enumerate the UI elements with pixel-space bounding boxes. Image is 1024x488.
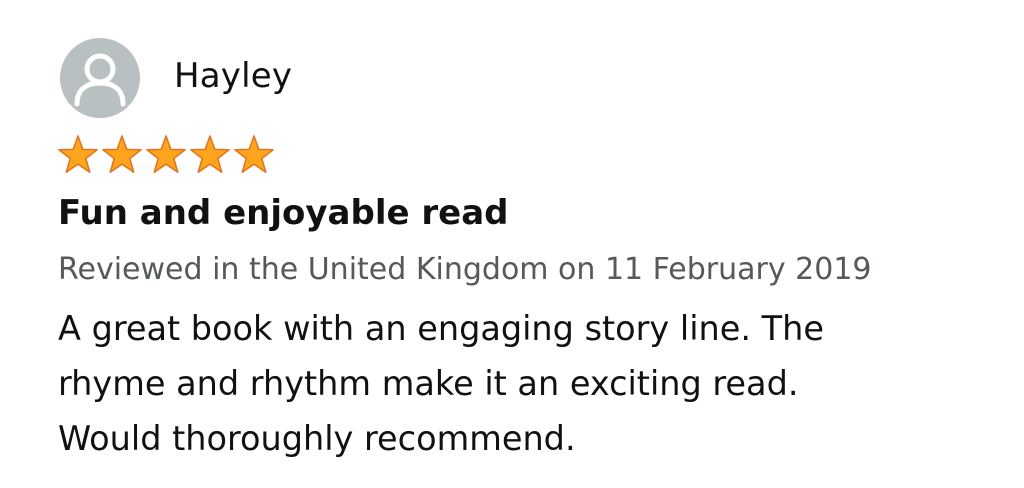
star-icon xyxy=(234,135,274,173)
review-body-line: rhyme and rhythm make it an exciting rea… xyxy=(58,364,799,403)
review-title[interactable]: Fun and enjoyable read xyxy=(58,193,508,233)
review-date-location: Reviewed in the United Kingdom on 11 Feb… xyxy=(58,252,872,287)
review-body: A great book with an engaging story line… xyxy=(58,301,978,466)
reviewer-profile[interactable]: Hayley xyxy=(60,36,292,120)
star-icon xyxy=(190,135,230,173)
review-body-line: Would thoroughly recommend. xyxy=(58,419,576,458)
star-icon xyxy=(58,135,98,173)
star-icon xyxy=(146,135,186,173)
customer-review: Hayley Fun and enjoyable read Reviewed i… xyxy=(0,0,1024,488)
star-icon xyxy=(102,135,142,173)
reviewer-name[interactable]: Hayley xyxy=(174,56,292,96)
review-body-line: A great book with an engaging story line… xyxy=(58,309,824,348)
star-rating[interactable] xyxy=(56,134,276,176)
person-icon xyxy=(74,53,126,107)
avatar[interactable] xyxy=(60,38,140,118)
